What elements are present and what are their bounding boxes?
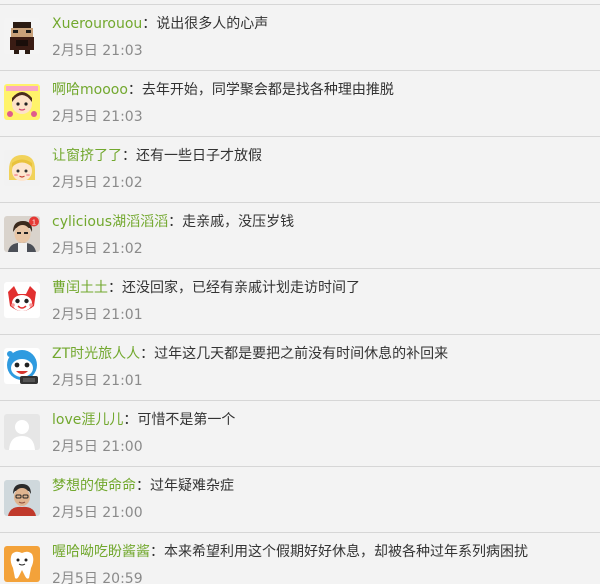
separator: ： [136,478,150,494]
comment-line: cylicious湖滔滔滔：走亲戚，没压岁钱 [52,212,590,232]
comment-text: 过年这几天都是要把之前没有时间休息的补回来 [154,346,449,362]
cartoon-girl-avatar[interactable] [4,84,40,120]
svg-text:1: 1 [32,217,36,226]
separator: ： [123,412,138,428]
username-link[interactable]: 喔哈呦吃盼酱酱 [52,544,150,560]
username-link[interactable]: ZT时光旅人人 [52,346,140,362]
separator: ： [108,280,122,296]
comment-text: 走亲戚，没压岁钱 [182,214,295,230]
blue-cartoon-avatar[interactable] [4,348,40,384]
comment-item: 啊哈moooo：去年开始，同学聚会都是找各种理由推脱 2月5日 21:03 [0,71,600,137]
comment-item: 梦想的使命命：过年疑难杂症 2月5日 21:00 [0,467,600,533]
timestamp: 2月5日 20:59 [52,571,143,584]
username-link[interactable]: love涯儿儿 [52,412,123,428]
timestamp: 2月5日 21:02 [52,175,143,191]
username-link[interactable]: 梦想的使命命 [52,478,136,494]
comment-line: 啊哈moooo：去年开始，同学聚会都是找各种理由推脱 [52,80,590,100]
comment-line: love涯儿儿：可惜不是第一个 [52,410,590,430]
separator: ： [150,544,164,560]
comment-item: love涯儿儿：可惜不是第一个 2月5日 21:00 [0,401,600,467]
timestamp: 2月5日 21:01 [52,373,143,389]
timestamp: 2月5日 21:01 [52,307,143,323]
timestamp: 2月5日 21:00 [52,505,143,521]
comment-text: 可惜不是第一个 [137,412,236,428]
username-link[interactable]: 让窗挤了了 [52,148,122,164]
comment-text: 去年开始，同学聚会都是找各种理由推脱 [141,82,394,98]
ninja-character-avatar[interactable] [4,18,40,54]
comment-item: 让窗挤了了：还有一些日子才放假 2月5日 21:02 [0,137,600,203]
comment-line: 喔哈呦吃盼酱酱：本来希望利用这个假期好好休息，却被各种过年系列病困扰 [52,542,590,562]
default-user-avatar[interactable] [4,414,40,450]
comment-item: Xuerourouou：说出很多人的心声 2月5日 21:03 [0,5,600,71]
comment-text: 说出很多人的心声 [156,16,269,32]
comment-line: ZT时光旅人人：过年这几天都是要把之前没有时间休息的补回来 [52,344,590,364]
username-link[interactable]: Xuerourouou [52,16,142,32]
comment-line: 让窗挤了了：还有一些日子才放假 [52,146,590,166]
comment-text: 本来希望利用这个假期好好休息，却被各种过年系列病困扰 [164,544,528,560]
comment-text: 过年疑难杂症 [150,478,234,494]
red-cartoon-avatar[interactable] [4,282,40,318]
comment-item: 喔哈呦吃盼酱酱：本来希望利用这个假期好好休息，却被各种过年系列病困扰 2月5日 … [0,533,600,584]
separator: ： [127,82,142,98]
comment-item: 曹闰土土：还没回家，已经有亲戚计划走访时间了 2月5日 21:01 [0,269,600,335]
comment-line: Xuerourouou：说出很多人的心声 [52,14,590,34]
comment-item: ZT时光旅人人：过年这几天都是要把之前没有时间休息的补回来 2月5日 21:01 [0,335,600,401]
boy-photo-avatar[interactable]: 1 [4,216,40,252]
separator: ： [122,148,136,164]
comment-line: 梦想的使命命：过年疑难杂症 [52,476,590,496]
separator: ： [142,16,157,32]
comment-line: 曹闰土土：还没回家，已经有亲戚计划走访时间了 [52,278,590,298]
blonde-girl-avatar[interactable] [4,150,40,186]
tooth-cartoon-avatar[interactable] [4,546,40,582]
separator: ： [140,346,155,362]
timestamp: 2月5日 21:03 [52,43,143,59]
comment-item: 1 cylicious湖滔滔滔：走亲戚，没压岁钱 2月5日 21:02 [0,203,600,269]
username-link[interactable]: cylicious湖滔滔滔 [52,214,168,230]
man-photo-avatar[interactable] [4,480,40,516]
comment-text: 还没回家，已经有亲戚计划走访时间了 [122,280,360,296]
comment-text: 还有一些日子才放假 [136,148,262,164]
timestamp: 2月5日 21:02 [52,241,143,257]
comment-list: Xuerourouou：说出很多人的心声 2月5日 21:03 啊哈moooo：… [0,0,600,584]
timestamp: 2月5日 21:03 [52,109,143,125]
username-link[interactable]: 啊哈moooo [52,82,128,98]
separator: ： [168,214,183,230]
username-link[interactable]: 曹闰土土 [52,280,108,296]
timestamp: 2月5日 21:00 [52,439,143,455]
